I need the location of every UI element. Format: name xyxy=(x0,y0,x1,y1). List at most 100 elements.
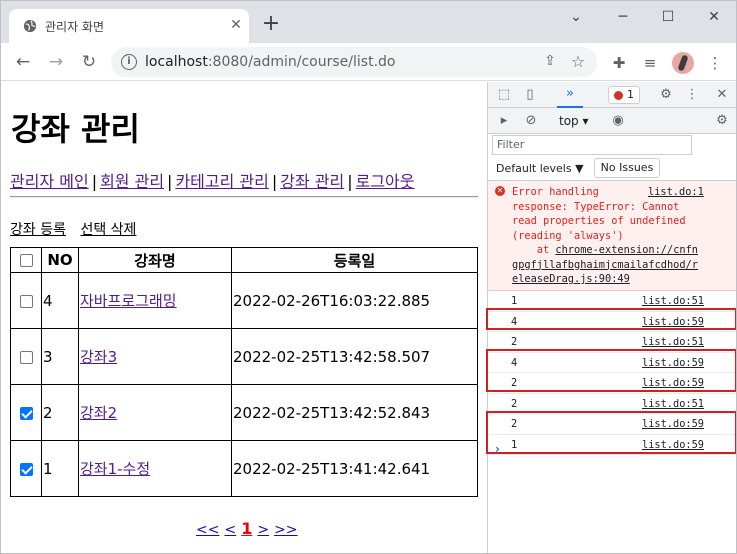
more-tabs-button[interactable]: » xyxy=(557,82,583,108)
menu-category-manage[interactable]: 카테고리 관리 xyxy=(175,172,268,191)
console-settings-icon[interactable]: ⚙ xyxy=(714,113,730,129)
row-checkbox[interactable] xyxy=(19,462,33,476)
error-line: (reading 'always') xyxy=(512,229,624,242)
page-last-link[interactable]: >> xyxy=(274,522,297,538)
address-bar[interactable]: i localhost:8080/admin/course/list.do ⇪ … xyxy=(111,47,597,77)
browser-window: 관리자 화면 ✕ + ⌄ ─ ☐ ✕ ← → ↻ i localhost:808… xyxy=(0,0,737,554)
filter-input[interactable]: Filter xyxy=(492,135,692,155)
menu-member-manage[interactable]: 회원 관리 xyxy=(100,172,164,191)
close-tab-icon[interactable]: ✕ xyxy=(227,16,245,34)
row-reg-date: 2022-02-25T13:42:52.843 xyxy=(231,384,478,441)
globe-icon xyxy=(23,19,37,33)
page-content: 강좌 관리 관리자 메인 | 회원 관리 | 카테고리 관리 | 강좌 관리 | 로그아웃 강좌… xyxy=(1,82,487,553)
context-selector[interactable]: top ▾ xyxy=(559,114,589,128)
header-course-name: 강좌명 xyxy=(78,247,232,273)
console-toolbar: ▸ ⊘ top ▾ ◉ ⚙ xyxy=(488,108,736,134)
log-source-link[interactable]: list.do:51 xyxy=(642,295,704,307)
tab-strip: 관리자 화면 ✕ + ⌄ ─ ☐ ✕ xyxy=(1,1,736,43)
minimize-button[interactable]: ─ xyxy=(611,7,635,27)
device-toolbar-icon[interactable]: ▯ xyxy=(522,87,538,103)
error-count-badge[interactable]: 1 xyxy=(608,86,640,104)
back-icon[interactable]: ← xyxy=(13,52,33,72)
course-name-link[interactable]: 강좌3 xyxy=(80,348,117,366)
table-header-row: NO 강좌명 등록일 xyxy=(10,247,478,273)
course-table: NO 강좌명 등록일 4 자바프로그래밍 2022-02-26T16:03:22.8… xyxy=(10,247,478,497)
levels-row: Default levels ▼ No Issues xyxy=(488,156,736,181)
header-reg-date: 등록일 xyxy=(231,247,478,273)
log-source-link[interactable]: list.do:51 xyxy=(642,336,704,348)
maximize-button[interactable]: ☐ xyxy=(656,7,680,27)
page-next-link[interactable]: > xyxy=(257,522,269,538)
row-checkbox[interactable] xyxy=(19,294,33,308)
row-course-name: 강좌1-수정 xyxy=(78,440,232,497)
no-issues-button[interactable]: No Issues xyxy=(594,158,660,178)
tab-admin[interactable]: 관리자 화면 ✕ xyxy=(9,9,249,43)
url-text[interactable]: localhost:8080/admin/course/list.do xyxy=(145,54,395,70)
extensions-icon[interactable]: ✚ xyxy=(609,53,629,73)
menu-admin-main[interactable]: 관리자 메인 xyxy=(10,172,89,191)
clear-console-icon[interactable]: ⊘ xyxy=(523,113,539,129)
more-menu-icon[interactable]: ⋮ xyxy=(705,53,725,73)
share-icon[interactable]: ⇪ xyxy=(541,53,559,71)
log-value: 2 xyxy=(511,397,518,410)
error-source-link[interactable]: list.do:1 xyxy=(648,185,704,200)
live-expression-eye-icon[interactable]: ◉ xyxy=(610,113,626,129)
menu-separator: | xyxy=(167,172,173,191)
stack-trace-link[interactable]: eleaseDrag.js:90:49 xyxy=(512,272,736,287)
profile-avatar[interactable] xyxy=(672,52,694,74)
select-all-checkbox[interactable] xyxy=(19,254,33,267)
close-devtools-icon[interactable]: ✕ xyxy=(714,87,730,103)
info-icon[interactable]: i xyxy=(121,54,137,70)
bookmark-star-icon[interactable]: ☆ xyxy=(569,52,587,71)
register-course-link[interactable]: 강좌 등록 xyxy=(10,222,66,238)
row-no: 1 xyxy=(41,440,79,497)
admin-menu: 관리자 메인 | 회원 관리 | 카테고리 관리 | 강좌 관리 | 로그아웃 xyxy=(10,168,414,192)
inspect-element-icon[interactable]: ⬚ xyxy=(496,87,512,103)
course-name-link[interactable]: 강좌1-수정 xyxy=(80,460,150,478)
forward-icon[interactable]: → xyxy=(46,52,66,72)
reload-icon[interactable]: ↻ xyxy=(79,52,99,72)
reading-list-icon[interactable]: ≡ xyxy=(640,53,660,73)
log-source-link[interactable]: list.do:51 xyxy=(642,398,704,410)
course-name-link[interactable]: 자바프로그래밍 xyxy=(80,292,177,310)
chevron-down-icon[interactable]: ⌄ xyxy=(564,7,588,27)
page-prev-link[interactable]: < xyxy=(224,522,236,538)
course-name-link[interactable]: 강좌2 xyxy=(80,404,117,422)
page-current-link[interactable]: 1 xyxy=(241,519,252,538)
stack-trace-link[interactable]: gpgfjllafbghaimjcmailafcdhod/r xyxy=(512,258,736,273)
row-no: 2 xyxy=(41,384,79,441)
error-icon: ✕ xyxy=(495,186,505,196)
row-checkbox[interactable] xyxy=(19,406,33,420)
default-levels-dropdown[interactable]: Default levels ▼ xyxy=(496,162,584,175)
stack-trace-link[interactable]: chrome-extension://cnfn xyxy=(555,244,698,256)
delete-selected-link[interactable]: 선택 삭제 xyxy=(80,222,136,238)
more-options-icon[interactable]: ⋮ xyxy=(684,87,700,103)
settings-gear-icon[interactable]: ⚙ xyxy=(658,87,674,103)
table-row: 2 강좌2 2022-02-25T13:42:52.843 xyxy=(10,384,478,441)
menu-course-manage[interactable]: 강좌 관리 xyxy=(280,172,344,191)
log-value: 2 xyxy=(511,336,518,348)
highlight-box xyxy=(486,349,736,392)
header-no: NO xyxy=(41,247,79,273)
close-window-button[interactable]: ✕ xyxy=(702,7,726,27)
row-no: 4 xyxy=(41,272,79,329)
table-row: 1 강좌1-수정 2022-02-25T13:41:42.641 xyxy=(10,440,478,497)
menu-logout[interactable]: 로그아웃 xyxy=(356,172,415,191)
highlight-box xyxy=(486,308,736,330)
row-check-cell xyxy=(10,328,42,385)
row-check-cell xyxy=(10,440,42,497)
row-checkbox[interactable] xyxy=(19,350,33,364)
sidebar-toggle-icon[interactable]: ▸ xyxy=(496,113,512,129)
error-at-prefix: at xyxy=(512,244,556,256)
page-first-link[interactable]: << xyxy=(196,522,219,538)
row-check-cell xyxy=(10,272,42,329)
context-label: top xyxy=(559,114,579,128)
new-tab-button[interactable]: + xyxy=(259,13,283,37)
url-host: localhost xyxy=(145,54,208,70)
devtools-panel: ⬚ ▯ » 1 ⚙ ⋮ ✕ ▸ ⊘ top ▾ ◉ ⚙ Filter Defau… xyxy=(486,82,736,553)
divider xyxy=(10,196,478,198)
filter-row: Filter xyxy=(488,134,736,156)
pagination: << <1 > >> xyxy=(196,519,303,538)
menu-separator: | xyxy=(347,172,353,191)
menu-separator: | xyxy=(91,172,98,191)
